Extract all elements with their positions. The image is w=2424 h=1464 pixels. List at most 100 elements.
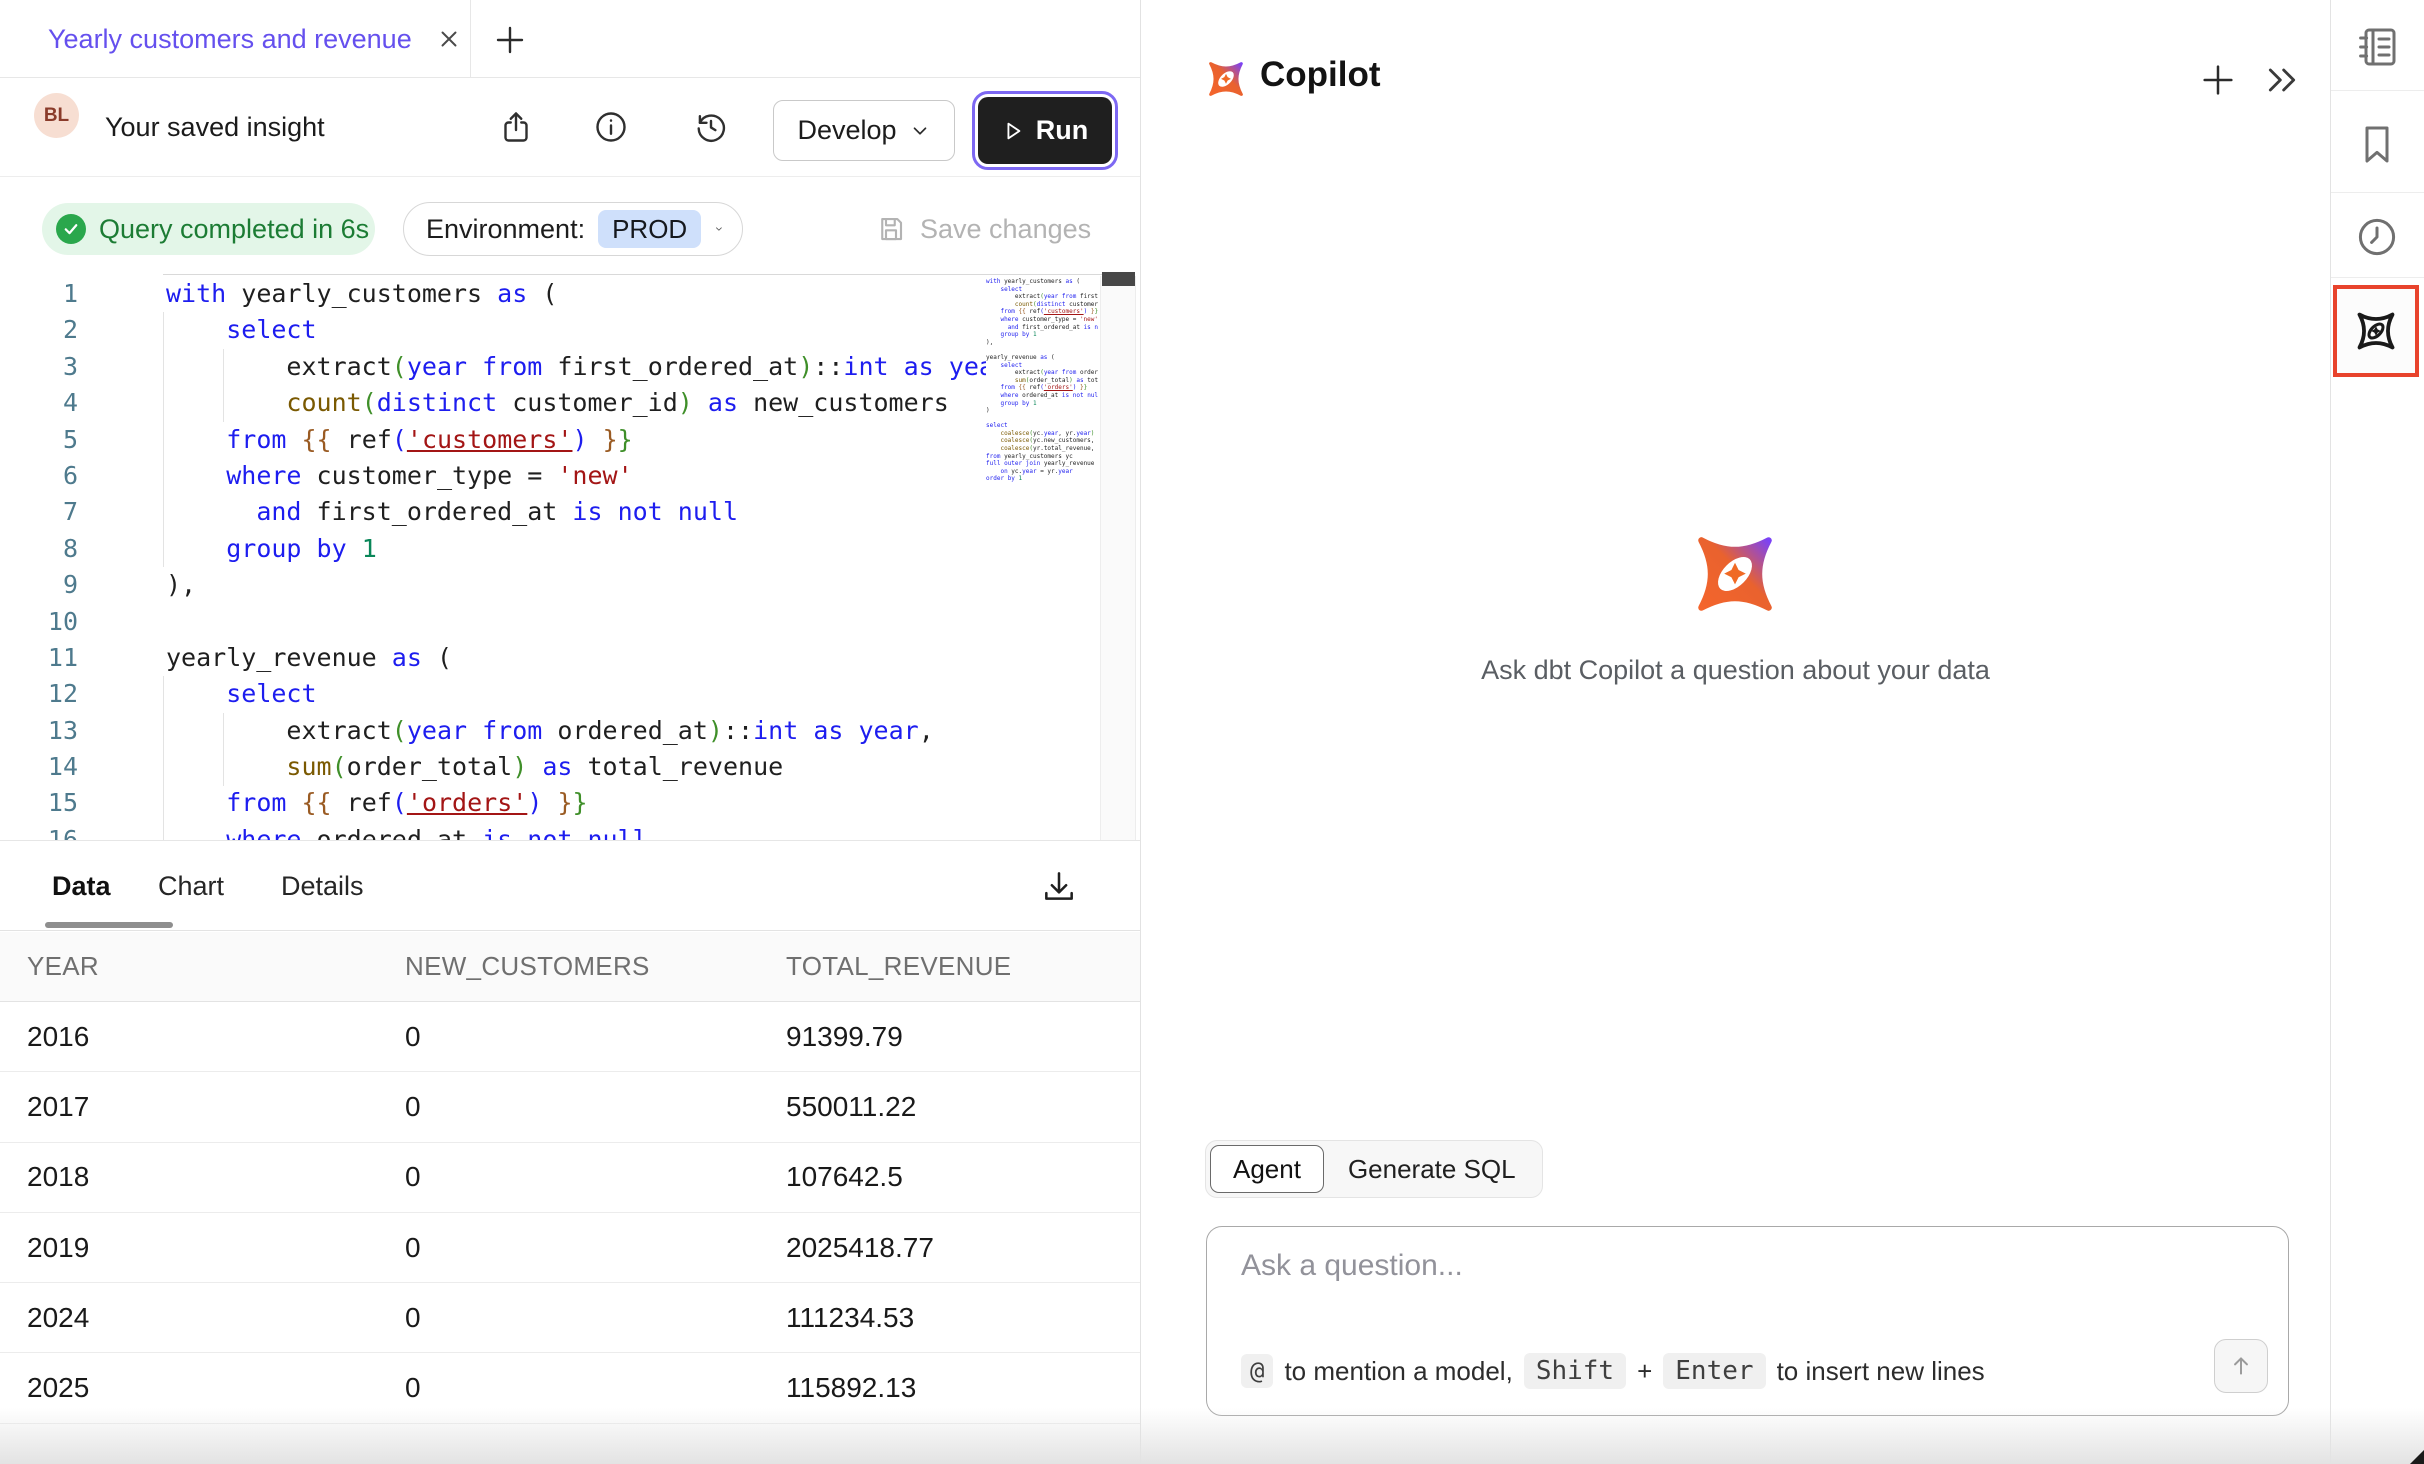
cell-year: 2018 [27, 1161, 405, 1193]
environment-value-badge: PROD [598, 210, 701, 248]
sql-code-editor[interactable]: 1with yearly_customers as (2 select3 ext… [0, 276, 1140, 840]
new-chat-icon[interactable] [2198, 60, 2238, 100]
tab-chart[interactable]: Chart [158, 841, 224, 931]
code-line[interactable]: 12 select [0, 676, 1140, 712]
line-number: 9 [0, 567, 78, 603]
enter-keycap: Enter [1663, 1353, 1765, 1389]
line-number: 13 [0, 713, 78, 749]
collapse-panel-icon[interactable] [2262, 60, 2302, 100]
column-header-new-customers: NEW_CUSTOMERS [405, 951, 786, 982]
history-icon[interactable] [693, 109, 729, 145]
line-number: 2 [0, 312, 78, 348]
notebook-icon[interactable] [2353, 23, 2401, 71]
download-icon[interactable] [1040, 867, 1078, 905]
environment-selector[interactable]: Environment: PROD [403, 202, 743, 256]
copilot-question-input[interactable]: Ask a question... @ to mention a model, … [1206, 1226, 2289, 1416]
rail-divider [2330, 0, 2331, 1464]
save-changes-button[interactable]: Save changes [876, 203, 1091, 255]
dbt-copilot-icon[interactable] [2350, 305, 2402, 357]
code-line[interactable]: 5 from {{ ref('customers') }} [0, 422, 1140, 458]
code-line[interactable]: 4 count(distinct customer_id) as new_cus… [0, 385, 1140, 421]
code-line[interactable]: 10 [0, 604, 1140, 640]
tab-data[interactable]: Data [52, 841, 111, 931]
editor-scrollbar-track[interactable] [1100, 276, 1136, 840]
table-row: 20180107642.5 [0, 1143, 1140, 1213]
active-tab-underline [45, 922, 173, 928]
tab-title: Yearly customers and revenue [48, 24, 412, 55]
editor-minimap[interactable]: with yearly_customers as ( select extrac… [986, 278, 1098, 538]
code-line[interactable]: 16 where ordered_at is not null [0, 822, 1140, 840]
table-row: 2016091399.79 [0, 1002, 1140, 1072]
line-number: 3 [0, 349, 78, 385]
table-row: 20250115892.13 [0, 1353, 1140, 1423]
line-number: 11 [0, 640, 78, 676]
dbt-copilot-logo-large [1687, 526, 1783, 622]
cell-year: 2019 [27, 1232, 405, 1264]
editor-tab-bar: Yearly customers and revenue [0, 0, 1140, 78]
line-number: 14 [0, 749, 78, 785]
code-line[interactable]: 6 where customer_type = 'new' [0, 458, 1140, 494]
tab-separator [470, 0, 471, 78]
share-icon[interactable] [498, 109, 534, 145]
hint-mention-text: to mention a model, [1284, 1356, 1512, 1387]
bookmark-icon[interactable] [2353, 121, 2401, 169]
save-icon [876, 214, 906, 244]
copilot-title: Copilot [1260, 55, 1381, 95]
cell-year: 2016 [27, 1021, 405, 1053]
table-header-row: YEAR NEW_CUSTOMERS TOTAL_REVENUE [0, 932, 1140, 1002]
cell-new-customers: 0 [405, 1302, 786, 1334]
code-line[interactable]: 14 sum(order_total) as total_revenue [0, 749, 1140, 785]
cell-new-customers: 0 [405, 1021, 786, 1053]
insight-toolbar: BL Your saved insight Develop Run [0, 78, 1140, 177]
table-body: 2016091399.7920170550011.2220180107642.5… [0, 1002, 1140, 1424]
query-status-text: Query completed in 6s [99, 214, 369, 245]
send-button[interactable] [2214, 1339, 2268, 1393]
mode-generate-sql-button[interactable]: Generate SQL [1326, 1145, 1538, 1193]
chevron-down-icon [909, 120, 931, 142]
code-line[interactable]: 7 and first_ordered_at is not null [0, 494, 1140, 530]
tab-details[interactable]: Details [281, 841, 364, 931]
new-tab-button[interactable] [492, 22, 528, 58]
code-line[interactable]: 2 select [0, 312, 1140, 348]
editor-top-border [163, 274, 1135, 275]
avatar-initials: BL [44, 105, 69, 127]
cell-year: 2025 [27, 1372, 405, 1404]
line-number: 16 [0, 822, 78, 840]
code-line[interactable]: 3 extract(year from first_ordered_at)::i… [0, 349, 1140, 385]
indent-guide [223, 713, 224, 786]
code-line[interactable]: 1with yearly_customers as ( [0, 276, 1140, 312]
input-placeholder: Ask a question... [1241, 1249, 1463, 1283]
mode-agent-button[interactable]: Agent [1210, 1145, 1324, 1193]
rail-separator [2331, 192, 2424, 193]
table-row: 20240111234.53 [0, 1283, 1140, 1353]
cell-new-customers: 0 [405, 1372, 786, 1404]
cell-new-customers: 0 [405, 1161, 786, 1193]
develop-button[interactable]: Develop [773, 100, 955, 161]
code-line[interactable]: 15 from {{ ref('orders') }} [0, 785, 1140, 821]
code-line[interactable]: 8 group by 1 [0, 531, 1140, 567]
panel-divider[interactable] [1140, 0, 1141, 1464]
table-row: 20170550011.22 [0, 1072, 1140, 1142]
resize-handle[interactable] [2410, 1450, 2424, 1464]
query-status-badge: Query completed in 6s [42, 203, 375, 255]
code-line[interactable]: 9), [0, 567, 1140, 603]
cell-total-revenue: 115892.13 [786, 1372, 1140, 1404]
info-icon[interactable] [593, 109, 629, 145]
app-root: Yearly customers and revenue BL Your sav… [0, 0, 2424, 1464]
cell-total-revenue: 550011.22 [786, 1091, 1140, 1123]
tab-yearly-customers-and-revenue[interactable]: Yearly customers and revenue [48, 0, 462, 78]
copilot-empty-state-text: Ask dbt Copilot a question about your da… [1141, 655, 2330, 686]
line-number: 6 [0, 458, 78, 494]
run-button[interactable]: Run [978, 97, 1112, 164]
avatar[interactable]: BL [34, 93, 79, 138]
close-icon[interactable] [436, 26, 462, 52]
code-line[interactable]: 11yearly_revenue as ( [0, 640, 1140, 676]
editor-scrollbar-thumb[interactable] [1102, 272, 1135, 286]
code-line[interactable]: 13 extract(year from ordered_at)::int as… [0, 713, 1140, 749]
insight-title: Your saved insight [105, 78, 325, 156]
clock-icon[interactable] [2353, 213, 2401, 261]
develop-label: Develop [797, 115, 896, 146]
line-number: 4 [0, 385, 78, 421]
rail-separator [2331, 90, 2424, 91]
cell-total-revenue: 2025418.77 [786, 1232, 1140, 1264]
